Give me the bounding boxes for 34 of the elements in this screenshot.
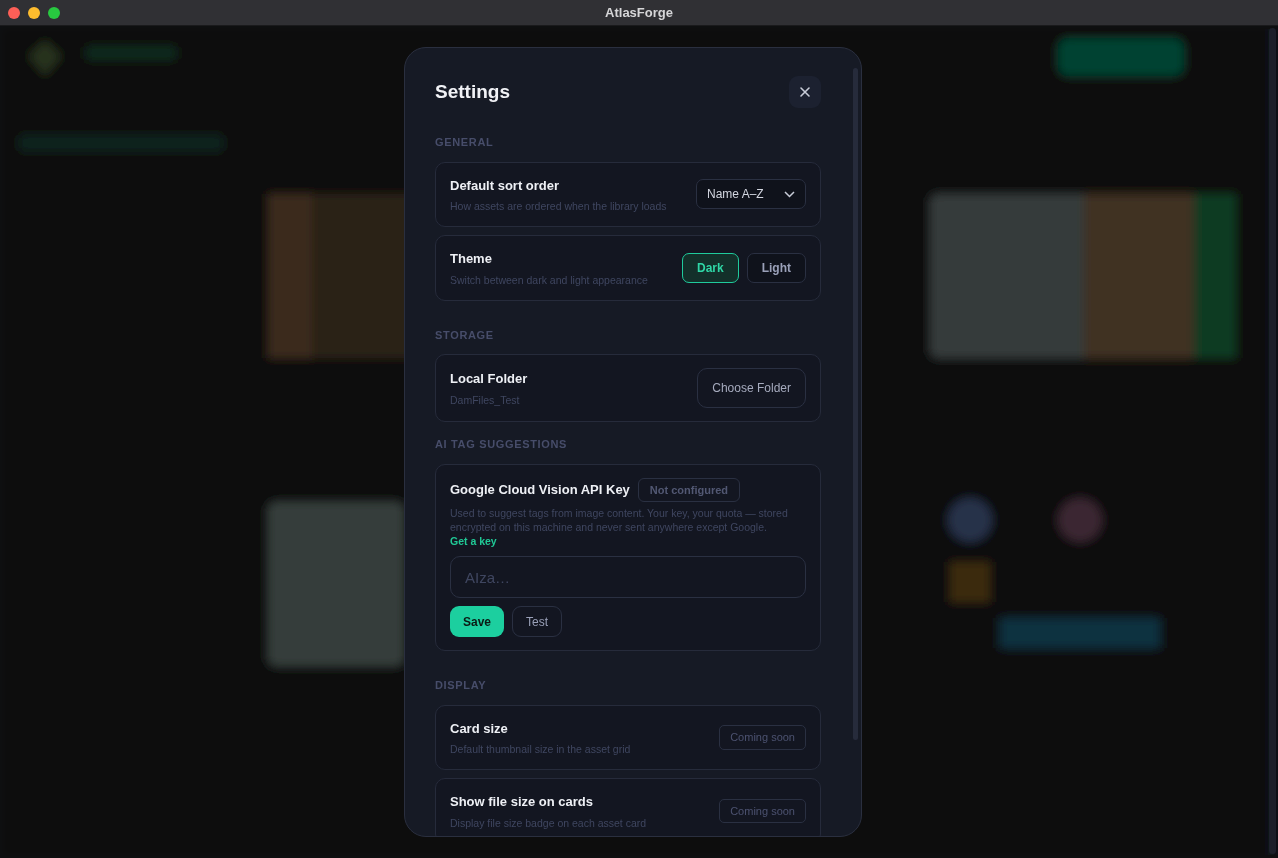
api-key-field[interactable]: AIza… (450, 556, 806, 598)
chevron-down-icon (784, 190, 795, 198)
window-title: AtlasForge (605, 4, 673, 22)
folder-path: DamFiles_Test (450, 392, 521, 407)
setting-label: Show file size on cards (450, 793, 595, 811)
close-window-button[interactable] (8, 7, 20, 19)
theme-option-button[interactable]: Dark (682, 252, 739, 283)
section-heading: AI TAG SUGGESTIONS (435, 437, 569, 452)
zoom-window-button[interactable] (48, 7, 60, 19)
section-heading: DISPLAY (435, 678, 488, 693)
coming-soon-badge: Coming soon (719, 725, 806, 750)
status-badge: Not configured (637, 477, 741, 502)
window-scrollbar[interactable] (1269, 28, 1276, 854)
setting-label: Theme (450, 250, 493, 268)
section-heading: GENERAL (435, 135, 495, 150)
coming-soon-badge: Coming soon (719, 798, 806, 823)
setting-description: How assets are ordered when the library loads (450, 199, 667, 213)
theme-option-button[interactable]: Light (746, 252, 806, 283)
test-button[interactable]: Test (512, 606, 563, 637)
minimize-window-button[interactable] (28, 7, 40, 19)
section-heading: STORAGE (435, 327, 495, 343)
setting-description: Switch between dark and light appearance (450, 272, 648, 287)
close-button[interactable] (789, 76, 821, 108)
setting-label: Local Folder (450, 370, 528, 389)
setting-label: Card size (450, 719, 509, 738)
sort-select[interactable]: Name A–Z (696, 179, 806, 210)
close-icon (799, 86, 811, 98)
save-button[interactable]: Save (450, 606, 505, 637)
get-key-link[interactable]: Get a key (450, 535, 497, 547)
setting-label: Google Cloud Vision API Key (450, 481, 630, 499)
dialog-title: Settings (435, 80, 510, 104)
setting-label: Default sort order (450, 176, 561, 195)
setting-description: Display file size badge on each asset card (450, 815, 647, 830)
choose-folder-button[interactable]: Choose Folder (697, 368, 806, 408)
